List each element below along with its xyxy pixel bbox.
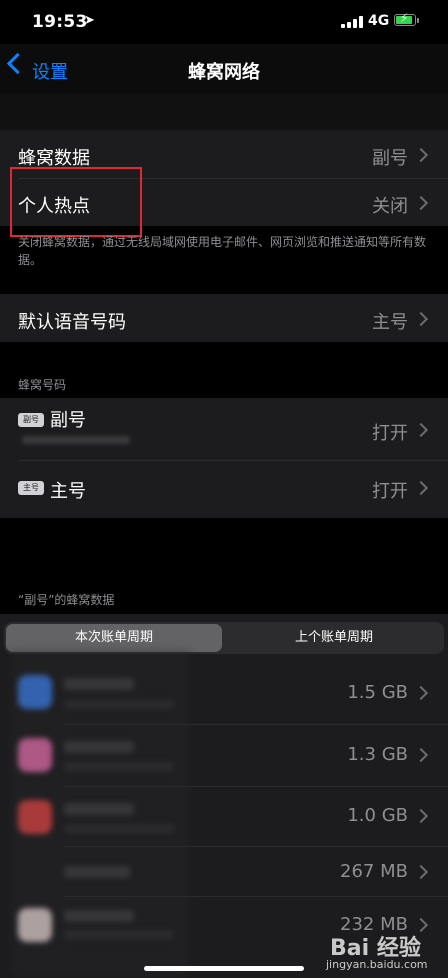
- default-voice-value: 主号: [372, 312, 408, 333]
- section-header-usage: “副号”的蜂窝数据: [18, 593, 115, 607]
- default-voice-row[interactable]: 默认语音号码 主号: [0, 294, 448, 342]
- battery-tip: [417, 18, 419, 23]
- app-usage-value: 1.5 GB: [347, 682, 408, 703]
- number-status: 打开: [372, 423, 408, 444]
- chevron-right-icon: [413, 864, 429, 880]
- number-label: 副号: [50, 410, 86, 431]
- sim-badge: 副号: [18, 413, 44, 427]
- cellular-data-value: 副号: [372, 148, 408, 169]
- clock: 19:53: [32, 12, 88, 32]
- nav-bar: 设置 蜂窝网络: [0, 44, 448, 94]
- section-header-numbers: 蜂窝号码: [18, 378, 67, 392]
- highlight-box: [10, 167, 142, 237]
- page-title: 蜂窝网络: [188, 62, 260, 83]
- app-usage-value: 1.3 GB: [347, 744, 408, 765]
- network-type: 4G: [368, 13, 390, 29]
- chevron-right-icon: [413, 195, 429, 211]
- number-row-primary[interactable]: 主号 主号 打开: [0, 460, 448, 518]
- number-label: 主号: [50, 481, 86, 502]
- blur-overlay: [10, 650, 190, 978]
- cellular-note: 关闭蜂窝数据，通过无线局域网使用电子邮件、网页浏览和推送通知等所有数据。: [18, 235, 427, 267]
- home-indicator[interactable]: [144, 966, 304, 971]
- chevron-right-icon: [413, 747, 429, 763]
- battery-icon: ⚡: [394, 11, 416, 26]
- sim-badge: 主号: [18, 481, 44, 495]
- number-row-secondary[interactable]: 副号 副号 打开: [0, 398, 448, 460]
- chevron-right-icon: [413, 422, 429, 438]
- tab-previous-period[interactable]: 上个账单周期: [226, 624, 442, 652]
- chevron-right-icon: [413, 147, 429, 163]
- settings-group-numbers: 副号 副号 打开 主号 主号 打开: [0, 398, 448, 518]
- blurred-number: [22, 436, 130, 444]
- settings-group-voice: 默认语音号码 主号: [0, 294, 448, 342]
- chevron-right-icon: [413, 685, 429, 701]
- signal-icon: [341, 16, 363, 28]
- chevron-right-icon: [413, 311, 429, 327]
- app-usage-value: 1.0 GB: [347, 805, 408, 826]
- hotspot-value: 关闭: [372, 196, 408, 217]
- default-voice-label: 默认语音号码: [18, 312, 126, 333]
- app-usage-value: 267 MB: [340, 861, 408, 882]
- location-icon: ➤: [84, 13, 95, 28]
- number-status: 打开: [372, 481, 408, 502]
- tab-current-period[interactable]: 本次账单周期: [6, 624, 222, 652]
- chevron-right-icon: [413, 808, 429, 824]
- chevron-right-icon: [413, 480, 429, 496]
- status-bar: 19:53 ➤ 4G ⚡: [0, 0, 448, 44]
- spacer: [0, 94, 448, 130]
- watermark-url: jingyan.baidu.com: [326, 958, 428, 971]
